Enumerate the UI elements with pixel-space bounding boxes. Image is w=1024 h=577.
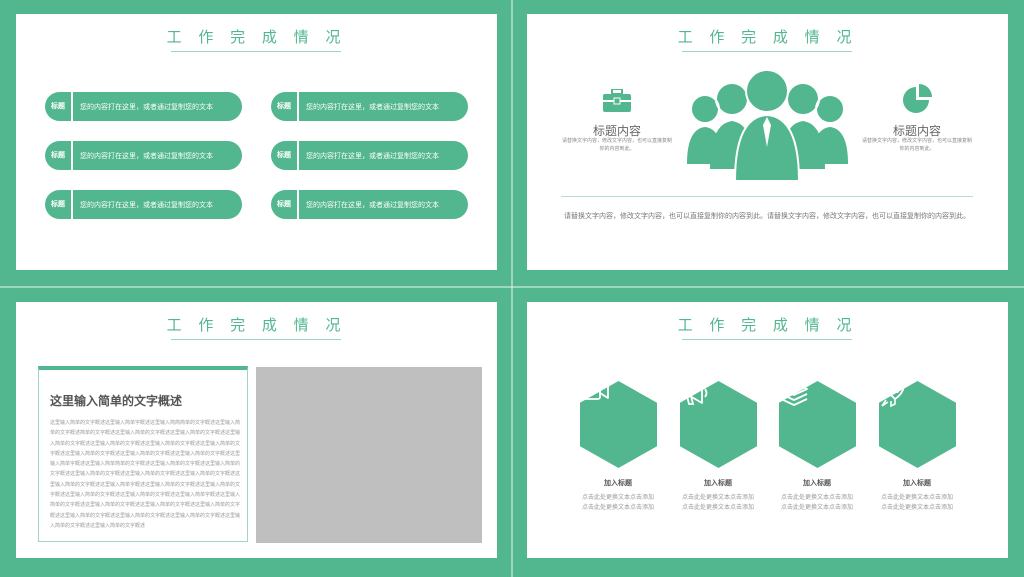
slide-title: 工 作 完 成 情 况 [166, 316, 347, 334]
pill-tag: 标题 [271, 92, 299, 121]
hex-tile[interactable] [680, 381, 757, 468]
layers-icon [779, 381, 856, 468]
title-underline [682, 51, 852, 52]
hex-description: 点击此处更换文本点击添加 点击此处更换文本点击添加 [780, 494, 853, 511]
slide-panel-2[interactable]: 工 作 完 成 情 况 标题内容 请替换文字内容，修改文字内容，也可以直接复制你… [527, 14, 1008, 270]
pill-tag: 标题 [45, 190, 73, 219]
pill-item[interactable]: 标题 您的内容打在这里，或者通过复制您的文本 [45, 92, 242, 121]
right-description: 请替换文字内容，修改文字内容，也可以直接复制你的内容到此。 [862, 138, 973, 152]
summary-card: 这里输入简单的文字概述 这里输入简单的文字概述这里输入简单字概述这里输入简简简单… [38, 366, 248, 542]
pill-text: 您的内容打在这里，或者通过复制您的文本 [80, 102, 213, 111]
hex-title: 加入标题 [704, 479, 732, 487]
slide-title: 工 作 完 成 情 况 [677, 28, 858, 46]
divider [561, 196, 973, 197]
pill-text: 您的内容打在这里，或者通过复制您的文本 [80, 200, 213, 209]
hex-title: 加入标题 [604, 479, 632, 487]
slide-title: 工 作 完 成 情 况 [677, 316, 858, 334]
hex-description: 点击此处更换文本点击添加 点击此处更换文本点击添加 [581, 494, 654, 511]
pie-chart-icon [903, 84, 932, 113]
pill-item[interactable]: 标题 您的内容打在这里，或者通过复制您的文本 [45, 141, 242, 170]
body-text: 请替换文字内容，修改文字内容，也可以直接复制你的内容到此。请替换文字内容，修改文… [564, 212, 970, 220]
hex-description: 点击此处更换文本点击添加 点击此处更换文本点击添加 [880, 494, 953, 511]
pill-text: 您的内容打在这里，或者通过复制您的文本 [306, 151, 439, 160]
pill-text: 您的内容打在这里，或者通过复制您的文本 [306, 102, 439, 111]
hex-tile[interactable] [779, 381, 856, 468]
slide-panel-3[interactable]: 工 作 完 成 情 况 这里输入简单的文字概述 这里输入简单的文字概述这里输入简… [16, 302, 497, 558]
left-description: 请替换文字内容，修改文字内容，也可以直接复制你的内容到此。 [562, 138, 673, 152]
pill-tag: 标题 [271, 190, 299, 219]
hex-description: 点击此处更换文本点击添加 点击此处更换文本点击添加 [681, 494, 754, 511]
card-title: 这里输入简单的文字概述 [50, 394, 183, 408]
rocket-icon [879, 381, 956, 468]
slide-divider-horizontal [0, 286, 1024, 288]
team-people-icon [687, 69, 848, 182]
pill-tag: 标题 [271, 141, 299, 170]
video-camera-icon [580, 381, 657, 468]
title-underline [171, 51, 341, 52]
hex-title: 加入标题 [803, 479, 831, 487]
hex-title: 加入标题 [903, 479, 931, 487]
pill-text: 您的内容打在这里，或者通过复制您的文本 [306, 200, 439, 209]
card-body: 这里输入简单的文字概述这里输入简单字概述这里输入简简简单的文字概述这里输入简单的… [50, 420, 240, 529]
slide-panel-1[interactable]: 工 作 完 成 情 况 标题 您的内容打在这里，或者通过复制您的文本 标题 您的… [16, 14, 497, 270]
pill-tag: 标题 [45, 141, 73, 170]
title-underline [682, 339, 852, 340]
slide-panel-4[interactable]: 工 作 完 成 情 况 加入标题 点击此处更换文本点击添加 点击此处更换文本点击添… [527, 302, 1008, 558]
hex-tile[interactable] [879, 381, 956, 468]
pill-item[interactable]: 标题 您的内容打在这里，或者通过复制您的文本 [45, 190, 242, 219]
megaphone-icon [680, 381, 757, 468]
slide-divider-vertical [511, 0, 513, 577]
pill-item[interactable]: 标题 您的内容打在这里，或者通过复制您的文本 [271, 141, 468, 170]
pill-item[interactable]: 标题 您的内容打在这里，或者通过复制您的文本 [271, 190, 468, 219]
pill-tag: 标题 [45, 92, 73, 121]
title-underline [171, 339, 341, 340]
briefcase-icon [603, 89, 631, 112]
pill-item[interactable]: 标题 您的内容打在这里，或者通过复制您的文本 [271, 92, 468, 121]
slide-title: 工 作 完 成 情 况 [166, 28, 347, 46]
hex-tile[interactable] [580, 381, 657, 468]
pill-text: 您的内容打在这里，或者通过复制您的文本 [80, 151, 213, 160]
image-placeholder[interactable] [256, 367, 482, 543]
